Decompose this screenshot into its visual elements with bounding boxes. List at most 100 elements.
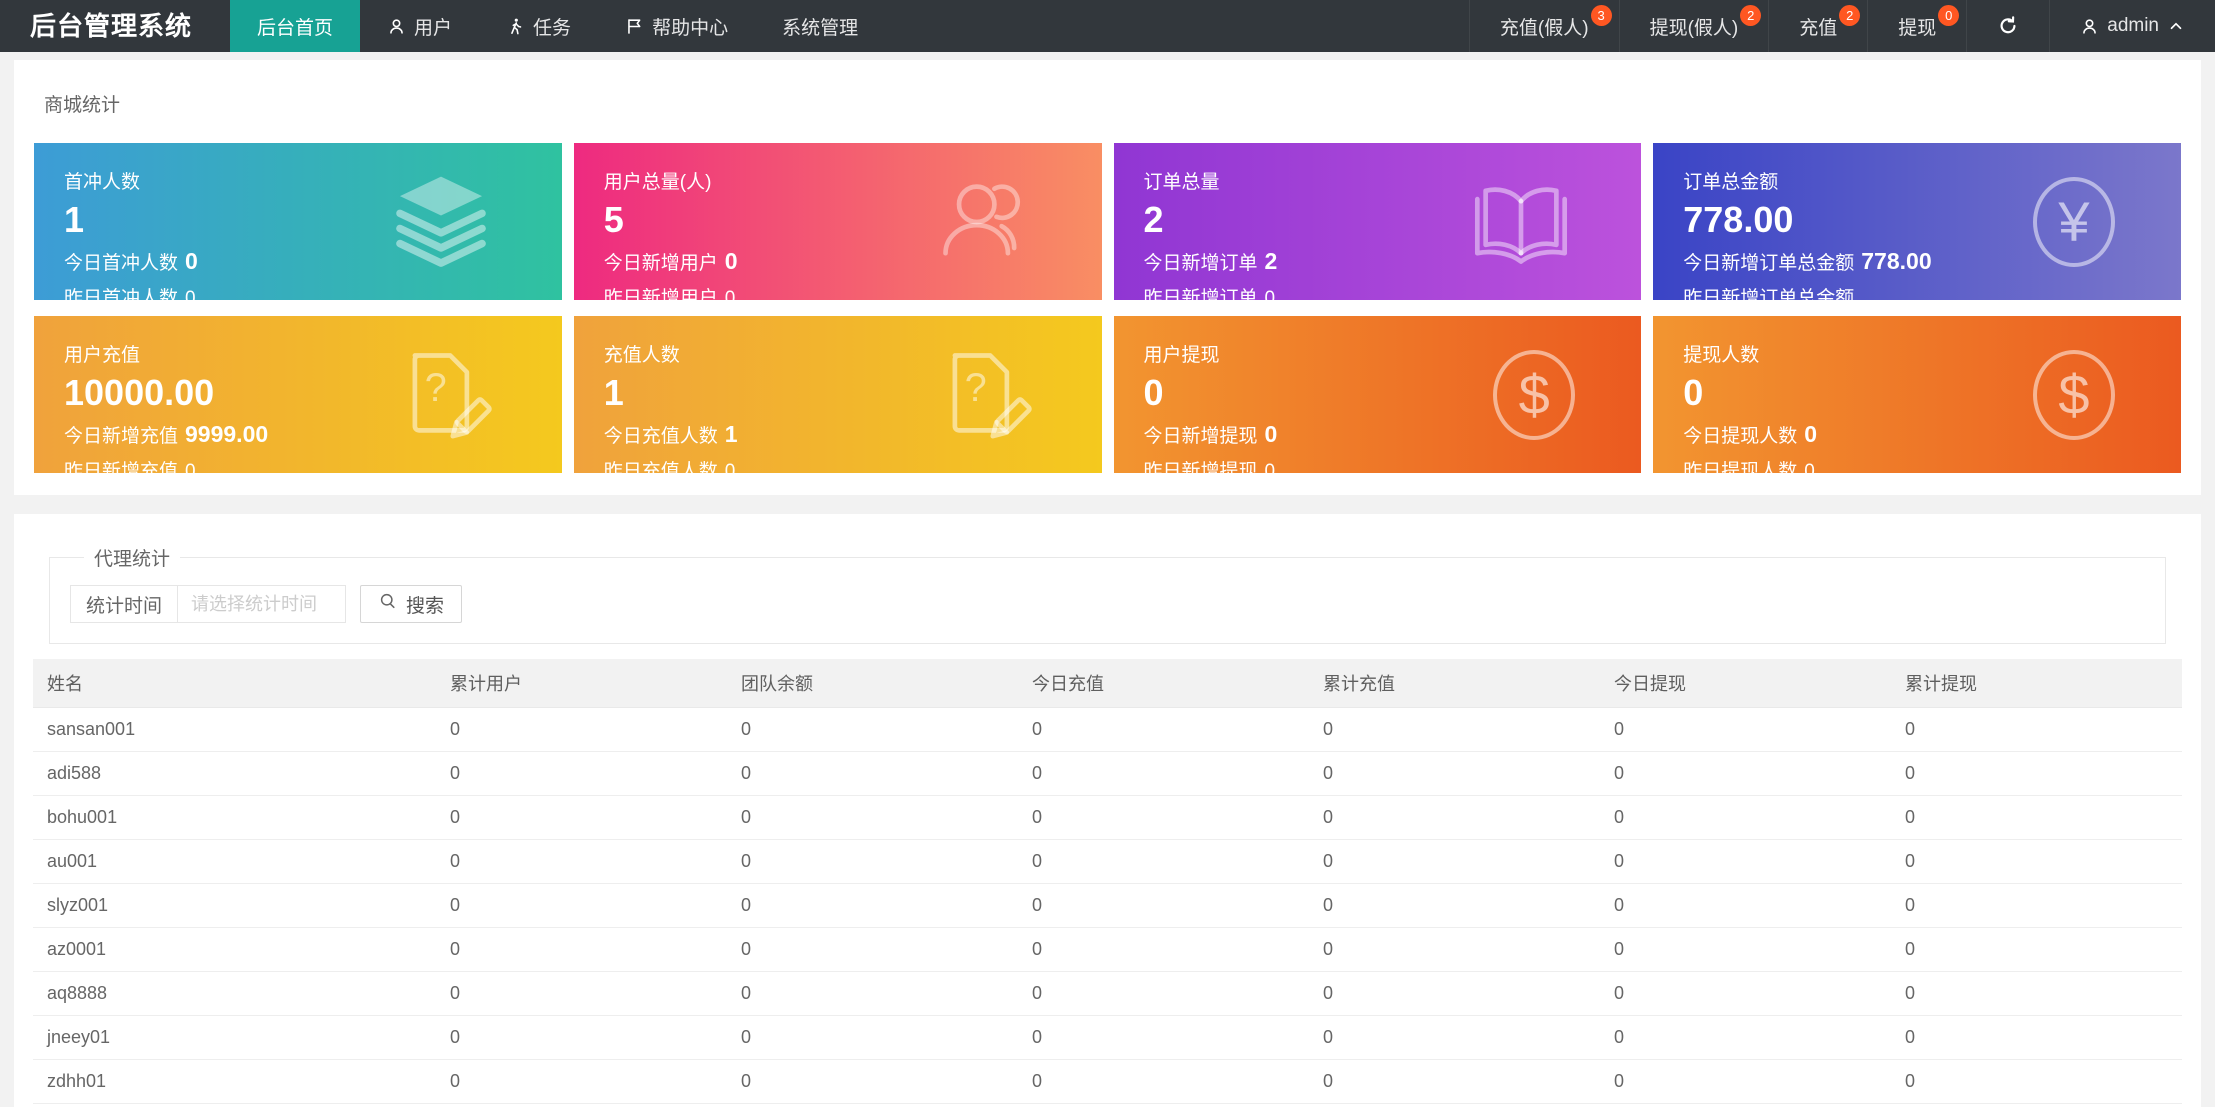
chevron-up-icon: [2167, 17, 2185, 35]
card-yesterday-line: 昨日新增用户0: [604, 283, 1072, 300]
cell-agent-name: hongyun001: [33, 1104, 436, 1107]
cell-agent-name: zdhh01: [33, 1060, 436, 1104]
cell-value: 0: [436, 1016, 727, 1060]
app-title: 后台管理系统: [0, 0, 222, 52]
notification-badge: 3: [1591, 5, 1612, 26]
table-row: zdhh01000000: [33, 1060, 2182, 1104]
table-row: adi588000000: [33, 752, 2182, 796]
stat-card-withdraw-users: 提现人数 0 今日提现人数0 昨日提现人数0 $: [1653, 316, 2181, 473]
cell-value: 0: [1309, 928, 1600, 972]
cell-value: 0: [1891, 1104, 2182, 1107]
card-yesterday-line: 昨日提现人数0: [1683, 456, 2151, 473]
cell-value: 0: [727, 796, 1018, 840]
refresh-icon: [1997, 15, 2019, 37]
top-navbar: 后台管理系统 后台首页 用户 任务 帮助中心 系统管理 充: [0, 0, 2215, 52]
cell-value: 0: [1891, 884, 2182, 928]
card-yesterday-line: 昨日首冲人数0: [64, 283, 532, 300]
cell-value: 0: [1891, 1016, 2182, 1060]
nav-item-help-center[interactable]: 帮助中心: [598, 0, 755, 52]
cell-value: 0: [727, 884, 1018, 928]
stat-card-user-recharge: 用户充值 10000.00 今日新增充值9999.00 昨日新增充值0 ?: [34, 316, 562, 473]
cell-value: 0: [727, 840, 1018, 884]
nav-item-label: 任务: [533, 13, 571, 40]
document-edit-icon: ?: [392, 343, 496, 447]
nav-item-home[interactable]: 后台首页: [230, 0, 360, 52]
cell-value: 0: [1891, 708, 2182, 752]
nav-item-label: 系统管理: [782, 13, 858, 40]
mall-stats-title: 商城统计: [34, 78, 2181, 143]
cell-value: 0: [436, 796, 727, 840]
cell-agent-name: slyz001: [33, 884, 436, 928]
table-row: bohu001000000: [33, 796, 2182, 840]
stat-card-total-orders: 订单总量 2 今日新增订单2 昨日新增订单0: [1114, 143, 1642, 300]
cell-value: 0: [1600, 1060, 1891, 1104]
stat-card-total-users: 用户总量(人) 5 今日新增用户0 昨日新增用户0: [574, 143, 1102, 300]
agent-stats-panel: 代理统计 统计时间 搜索 姓名累计用户团队余额今日充值累计充值今日提现累计提现 …: [14, 514, 2201, 1107]
cell-value: 0: [1891, 1060, 2182, 1104]
nav-item-withdraw[interactable]: 提现 0: [1867, 0, 1966, 52]
nav-item-label: 充值(假人): [1500, 13, 1589, 40]
user-menu[interactable]: admin: [2049, 0, 2215, 52]
users-icon: [932, 170, 1036, 274]
nav-item-withdraw-fake[interactable]: 提现(假人) 2: [1619, 0, 1769, 52]
cell-value: 0: [1891, 840, 2182, 884]
cell-agent-name: jneey01: [33, 1016, 436, 1060]
nav-item-label: 帮助中心: [652, 13, 728, 40]
nav-item-label: 后台首页: [257, 13, 333, 40]
nav-item-label: 充值: [1799, 13, 1837, 40]
cell-value: 0: [1018, 1060, 1309, 1104]
agent-stats-title: 代理统计: [84, 544, 180, 571]
cell-value: 0: [727, 972, 1018, 1016]
stat-card-user-withdraw: 用户提现 0 今日新增提现0 昨日新增提现0 $: [1114, 316, 1642, 473]
cell-agent-name: aq8888: [33, 972, 436, 1016]
nav-item-recharge[interactable]: 充值 2: [1768, 0, 1867, 52]
cell-value: 0: [727, 928, 1018, 972]
table-row: aq8888000000: [33, 972, 2182, 1016]
search-button[interactable]: 搜索: [360, 585, 462, 623]
main-menu: 后台首页 用户 任务 帮助中心 系统管理: [230, 0, 885, 52]
stat-card-total-order-amount: 订单总金额 778.00 今日新增订单总金额778.00 昨日新增订单总金额 ¥: [1653, 143, 2181, 300]
cell-value: 0: [1891, 972, 2182, 1016]
cell-value: 0: [1309, 840, 1600, 884]
notification-badge: 2: [1740, 5, 1761, 26]
cell-value: 0: [1018, 1104, 1309, 1107]
nav-item-label: 提现(假人): [1650, 13, 1739, 40]
table-body: sansan001000000adi588000000bohu001000000…: [33, 708, 2182, 1107]
notification-badge: 2: [1839, 5, 1860, 26]
column-header: 团队余额: [727, 659, 1018, 708]
cell-value: 0: [1600, 752, 1891, 796]
stat-time-input[interactable]: [178, 585, 346, 623]
cell-value: 0: [1018, 840, 1309, 884]
flag-icon: [625, 17, 644, 36]
table-row: sansan001000000: [33, 708, 2182, 752]
cell-value: 0: [1309, 884, 1600, 928]
nav-item-users[interactable]: 用户: [360, 0, 479, 52]
refresh-button[interactable]: [1966, 0, 2049, 52]
stat-time-label: 统计时间: [70, 585, 178, 623]
cell-value: 0: [436, 1104, 727, 1107]
cell-value: 0: [1600, 972, 1891, 1016]
table-row: az0001000000: [33, 928, 2182, 972]
card-yesterday-line: 昨日新增提现0: [1144, 456, 1612, 473]
cell-agent-name: adi588: [33, 752, 436, 796]
cell-value: 0: [1891, 928, 2182, 972]
column-header: 今日提现: [1600, 659, 1891, 708]
cell-value: 0: [1309, 796, 1600, 840]
cell-value: 0: [1600, 1104, 1891, 1107]
cell-value: 0: [1309, 972, 1600, 1016]
cell-value: 0: [1600, 928, 1891, 972]
svg-text:?: ?: [424, 366, 446, 410]
filter-row: 统计时间 搜索: [70, 585, 2145, 623]
cell-value: 0: [1018, 1016, 1309, 1060]
user-icon: [387, 17, 406, 36]
layers-icon: [386, 168, 496, 276]
cell-value: 0: [1600, 708, 1891, 752]
cell-value: 0: [1309, 752, 1600, 796]
nav-item-tasks[interactable]: 任务: [479, 0, 598, 52]
cell-agent-name: sansan001: [33, 708, 436, 752]
cell-value: 0: [1309, 1060, 1600, 1104]
nav-item-recharge-fake[interactable]: 充值(假人) 3: [1469, 0, 1619, 52]
nav-item-system-management[interactable]: 系统管理: [755, 0, 885, 52]
card-yesterday-line: 昨日充值人数0: [604, 456, 1072, 473]
cell-value: 0: [1018, 884, 1309, 928]
